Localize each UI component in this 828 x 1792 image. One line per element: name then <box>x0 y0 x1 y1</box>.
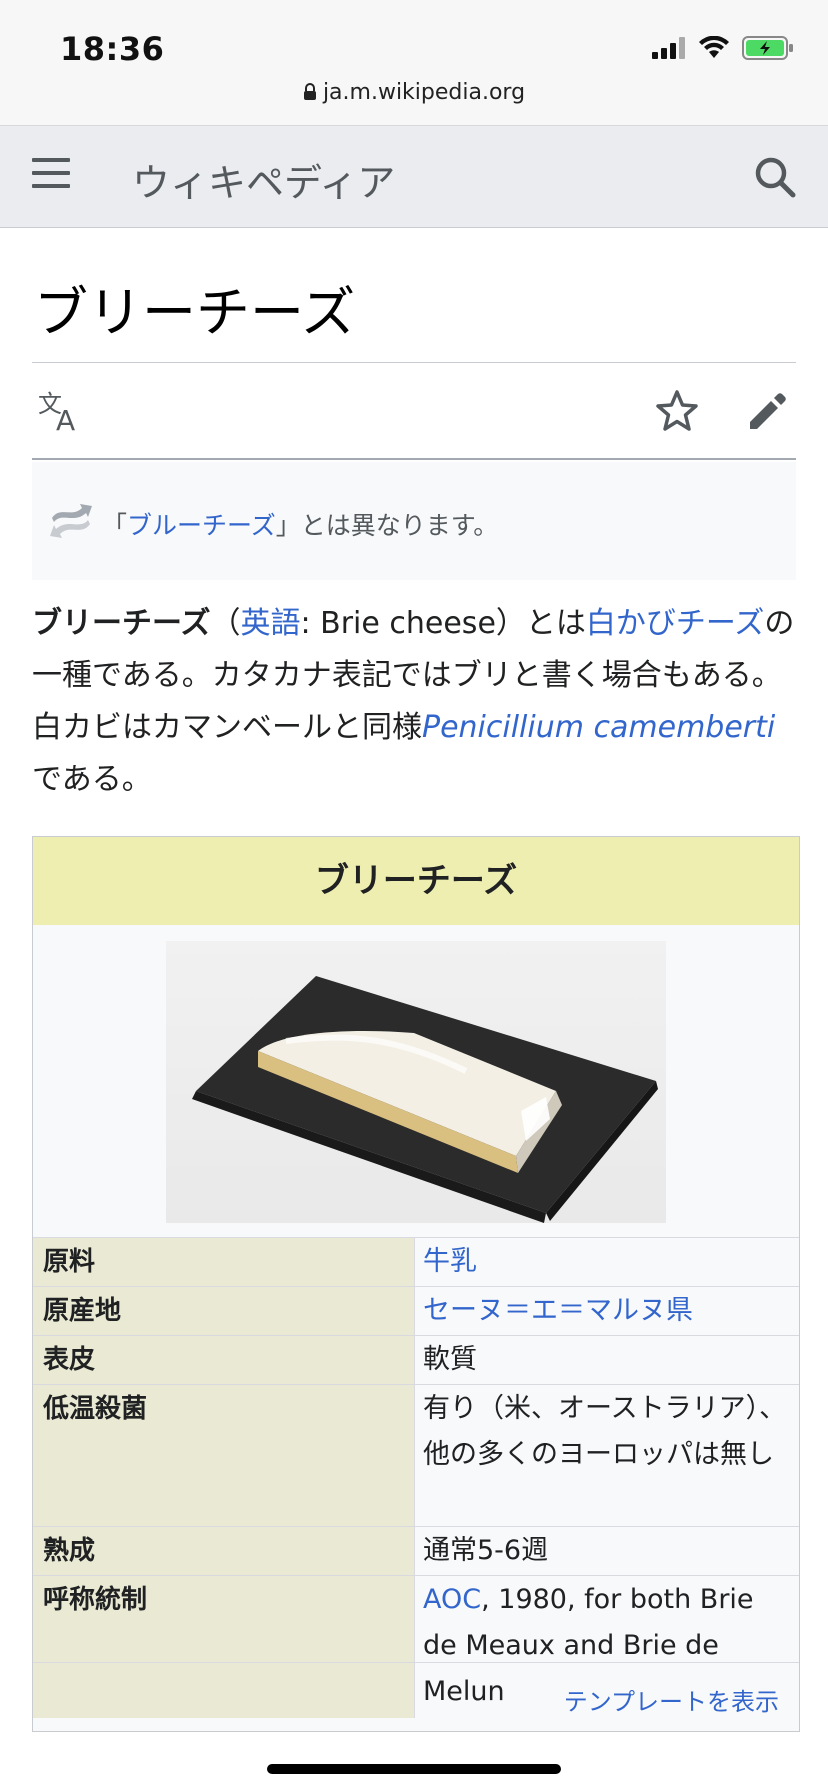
infobox-row: 原料 牛乳 <box>33 1237 799 1286</box>
infobox-row: 低温殺菌 有り（米、オーストラリア）、他の多くのヨーロッパは無し <box>33 1384 799 1526</box>
hatnote-suffix: 」とは異なります。 <box>275 511 499 540</box>
lock-icon <box>303 82 317 107</box>
lead-category-link[interactable]: 白かびチーズ <box>586 606 765 641</box>
wifi-icon <box>698 35 730 64</box>
hatnote-text: 「ブルーチーズ」とは異なります。 <box>102 506 498 542</box>
heading-divider <box>32 362 796 363</box>
star-icon[interactable] <box>654 388 700 434</box>
lead-english: : Brie cheese）とは <box>300 606 586 641</box>
origin-link[interactable]: セーヌ＝エ＝マルヌ県 <box>423 1295 693 1326</box>
lead-species-link[interactable]: Penicillium camemberti <box>422 710 775 745</box>
status-icons <box>652 35 794 64</box>
row-value: 軟質 <box>415 1336 799 1384</box>
lead-text-2: である。 <box>32 762 152 797</box>
site-name[interactable]: ウィキペディア <box>132 152 395 207</box>
row-key: 原産地 <box>33 1287 415 1335</box>
row-key: 呼称統制 <box>33 1576 415 1718</box>
battery-icon <box>742 36 794 64</box>
page-actions: 文 A <box>32 364 796 460</box>
svg-text:A: A <box>56 404 75 434</box>
page-title: ブリーチーズ <box>34 281 356 344</box>
infobox-title: ブリーチーズ <box>33 837 799 925</box>
signal-icon <box>652 37 686 63</box>
row-value: 有り（米、オーストラリア）、他の多くのヨーロッパは無し <box>415 1385 799 1526</box>
url-text: ja.m.wikipedia.org <box>322 80 526 105</box>
home-indicator[interactable] <box>267 1764 561 1774</box>
status-bar: 18:36 ja.m.wikipedia.org <box>0 0 828 126</box>
hatnote-link[interactable]: ブルーチーズ <box>127 511 276 540</box>
language-icon[interactable]: 文 A <box>38 388 84 437</box>
lead-paragraph: ブリーチーズ（英語: Brie cheese）とは白かびチーズの一種である。カタ… <box>32 598 798 806</box>
lead-lang-link[interactable]: 英語 <box>241 606 301 641</box>
row-value: 通常5-6週 <box>415 1527 799 1575</box>
menu-icon[interactable] <box>32 158 72 198</box>
hatnote: 「ブルーチーズ」とは異なります。 <box>32 462 796 580</box>
row-key: 原料 <box>33 1238 415 1286</box>
row-key: 表皮 <box>33 1336 415 1384</box>
infobox-row: 原産地 セーヌ＝エ＝マルヌ県 <box>33 1286 799 1335</box>
site-header: ウィキペディア <box>0 126 828 228</box>
lead-paren: （ <box>210 606 241 641</box>
aoc-link[interactable]: AOC <box>423 1584 481 1615</box>
template-divider <box>33 1662 799 1663</box>
row-key: 低温殺菌 <box>33 1385 415 1526</box>
cheese-photo[interactable] <box>166 941 666 1223</box>
row-value: 牛乳 <box>415 1238 799 1286</box>
search-icon[interactable] <box>752 154 798 200</box>
row-value: セーヌ＝エ＝マルヌ県 <box>415 1287 799 1335</box>
infobox-rows: 原料 牛乳 原産地 セーヌ＝エ＝マルヌ県 表皮 軟質 低温殺菌 有り（米、オース… <box>33 1237 799 1718</box>
edit-icon[interactable] <box>744 388 790 434</box>
lead-species-italic: Penicillium camemberti <box>422 710 776 745</box>
hatnote-icon <box>46 500 96 546</box>
row-key: 熟成 <box>33 1527 415 1575</box>
lead-bold-term: ブリーチーズ <box>32 606 211 641</box>
infobox-row: 表皮 軟質 <box>33 1335 799 1384</box>
status-time: 18:36 <box>60 30 165 68</box>
infobox: ブリーチーズ 原料 牛乳 原産地 セーヌ＝エ＝マルヌ県 表皮 軟質 低温殺菌 有… <box>32 836 800 1732</box>
url-bar[interactable]: ja.m.wikipedia.org <box>0 80 828 107</box>
infobox-row: 熟成 通常5-6週 <box>33 1526 799 1575</box>
hatnote-prefix: 「 <box>102 511 128 540</box>
milk-link[interactable]: 牛乳 <box>423 1246 477 1277</box>
view-template-link[interactable]: テンプレートを表示 <box>564 1682 779 1717</box>
